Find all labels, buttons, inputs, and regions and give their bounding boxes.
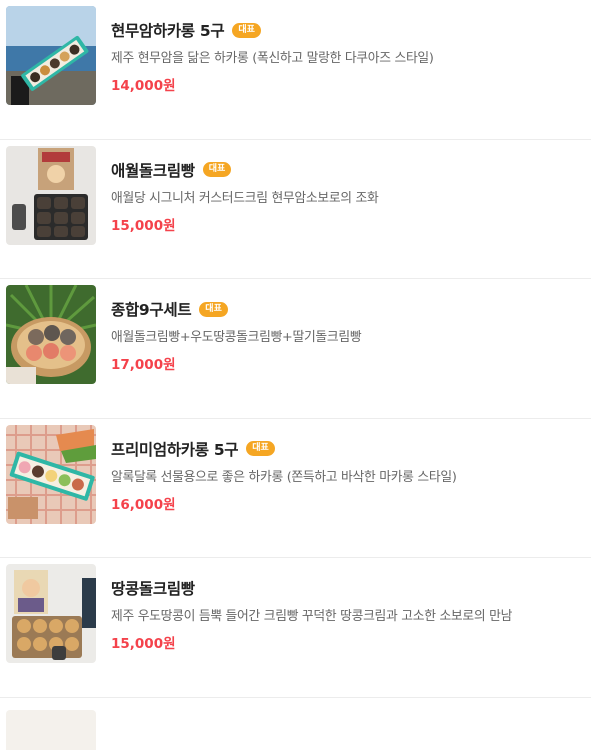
item-name: 종합9구세트 xyxy=(111,301,192,319)
item-info: 종합9구세트 대표 애월돌크림빵+우도땅콩돌크림빵+딸기돌크림빵 17,000원 xyxy=(111,297,581,373)
name-row: 현무암하카롱 5구 대표 xyxy=(111,18,581,42)
representative-badge: 대표 xyxy=(202,162,232,177)
product-photo-icon xyxy=(6,564,96,663)
product-photo-icon xyxy=(6,6,96,105)
item-price: 16,000원 xyxy=(111,496,176,513)
name-row: 프리미엄하카롱 5구 대표 xyxy=(111,437,581,461)
item-info: 프리미엄하카롱 5구 대표 알록달록 선물용으로 좋은 하카롱 (쫀득하고 바삭… xyxy=(111,437,581,513)
item-name: 프리미엄하카롱 5구 xyxy=(111,440,239,459)
item-name: 애월돌크림빵 xyxy=(111,161,195,180)
item-description: 제주 현무암을 닮은 하카롱 (폭신하고 말랑한 다쿠아즈 스타일) xyxy=(111,51,434,66)
product-image[interactable] xyxy=(6,145,96,245)
product-image[interactable] xyxy=(6,285,96,384)
name-row: 종합9구세트 대표 xyxy=(111,297,581,321)
item-info: 땅콩돌크림빵 제주 우도땅콩이 듬뿍 들어간 크림빵 꾸덕한 땅콩크림과 고소한… xyxy=(111,576,581,652)
item-info: 현무암하카롱 5구 대표 제주 현무암을 닮은 하카롱 (폭신하고 말랑한 다쿠… xyxy=(111,18,581,94)
menu-item[interactable]: 애월돌크림빵 대표 애월당 시그니처 커스터드크림 현무암소보로의 조화 15,… xyxy=(0,140,591,279)
menu-item-partial[interactable] xyxy=(0,698,591,750)
product-photo-icon xyxy=(6,285,96,384)
item-price: 17,000원 xyxy=(111,357,176,373)
representative-badge: 대표 xyxy=(232,22,261,38)
product-image[interactable] xyxy=(6,6,96,105)
menu-list: 현무암하카롱 5구 대표 제주 현무암을 닮은 하카롱 (폭신하고 말랑한 다쿠… xyxy=(0,0,591,750)
item-description: 알록달록 선물용으로 좋은 하카롱 (쫀득하고 바삭한 마카롱 스타일) xyxy=(111,469,457,485)
menu-item[interactable]: 땅콩돌크림빵 제주 우도땅콩이 듬뿍 들어간 크림빵 꾸덕한 땅콩크림과 고소한… xyxy=(0,558,591,698)
product-photo-icon xyxy=(6,145,96,245)
item-price: 15,000원 xyxy=(111,217,176,234)
item-description: 제주 우도땅콩이 듬뿍 들어간 크림빵 꾸덕한 땅콩크림과 고소한 소보로의 만… xyxy=(111,609,513,624)
menu-item[interactable]: 종합9구세트 대표 애월돌크림빵+우도땅콩돌크림빵+딸기돌크림빵 17,000원 xyxy=(0,279,591,419)
representative-badge: 대표 xyxy=(199,301,228,317)
product-image[interactable] xyxy=(6,424,96,524)
name-row: 땅콩돌크림빵 xyxy=(111,576,581,600)
item-info: 애월돌크림빵 대표 애월당 시그니처 커스터드크림 현무암소보로의 조화 15,… xyxy=(111,158,581,234)
item-name: 땅콩돌크림빵 xyxy=(111,580,195,598)
product-image[interactable] xyxy=(6,709,96,750)
menu-item[interactable]: 현무암하카롱 5구 대표 제주 현무암을 닮은 하카롱 (폭신하고 말랑한 다쿠… xyxy=(0,0,591,140)
name-row: 애월돌크림빵 대표 xyxy=(111,158,581,182)
item-description: 애월돌크림빵+우도땅콩돌크림빵+딸기돌크림빵 xyxy=(111,330,362,345)
item-price: 15,000원 xyxy=(111,636,176,652)
product-image[interactable] xyxy=(6,564,96,663)
item-name: 현무암하카롱 5구 xyxy=(111,22,225,40)
representative-badge: 대표 xyxy=(246,441,275,456)
item-price: 14,000원 xyxy=(111,78,176,94)
item-description: 애월당 시그니처 커스터드크림 현무암소보로의 조화 xyxy=(111,190,379,206)
menu-item[interactable]: 프리미엄하카롱 5구 대표 알록달록 선물용으로 좋은 하카롱 (쫀득하고 바삭… xyxy=(0,419,591,558)
product-photo-icon xyxy=(6,424,96,524)
